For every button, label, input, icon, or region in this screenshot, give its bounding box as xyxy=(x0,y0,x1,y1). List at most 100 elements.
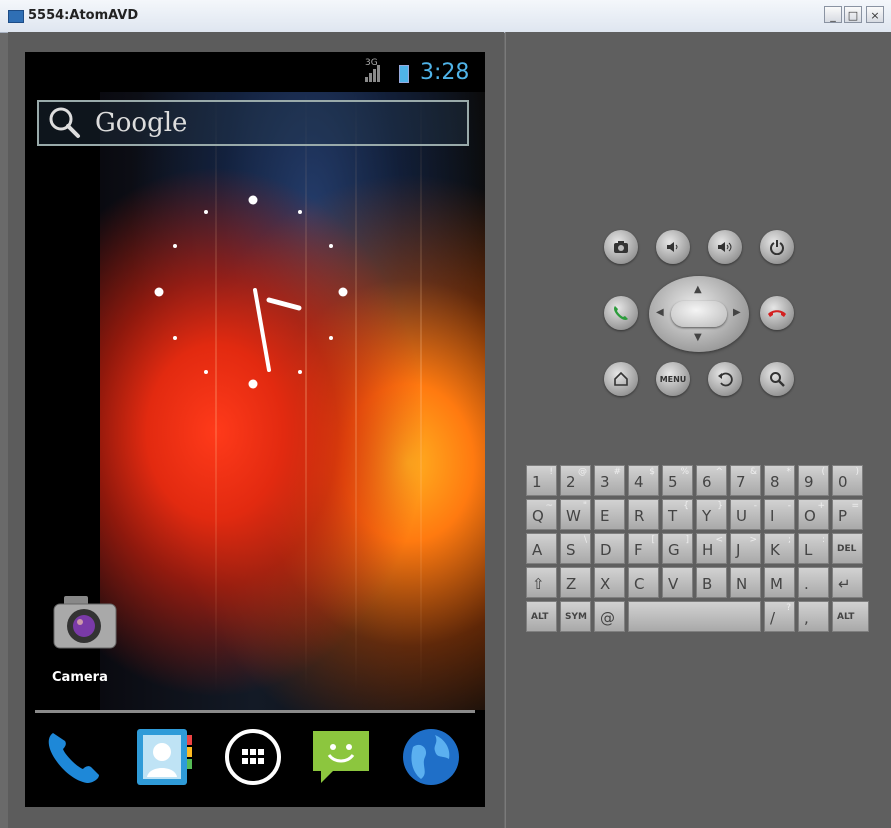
slash-key[interactable]: /? xyxy=(764,601,795,632)
dpad-center-button[interactable] xyxy=(671,301,727,327)
key-4[interactable]: 4 $ xyxy=(628,465,659,496)
key-w[interactable]: W " xyxy=(560,499,591,530)
key-special-0[interactable]: ⇧ xyxy=(526,567,557,598)
window-title: 5554:AtomAVD xyxy=(28,8,139,23)
key-9[interactable]: 9( xyxy=(798,465,829,496)
key-shift-label: * xyxy=(786,467,792,477)
phone-icon[interactable] xyxy=(41,725,105,789)
menu-button[interactable]: MENU xyxy=(656,362,690,396)
dpad-left-arrow-icon[interactable]: ◀ xyxy=(656,307,664,318)
comma-key[interactable]: , xyxy=(798,601,829,632)
dpad-up-arrow-icon[interactable]: ▲ xyxy=(694,284,702,295)
key-label: 7 xyxy=(736,473,746,491)
volume-up-button[interactable] xyxy=(708,230,742,264)
clock-marker xyxy=(204,370,208,374)
alt-right-key[interactable]: ALT xyxy=(832,601,869,632)
key-shift-label: % xyxy=(680,467,689,477)
clock-hour-hand xyxy=(266,297,302,311)
clock-marker xyxy=(329,244,333,248)
key-j[interactable]: J > xyxy=(730,533,761,564)
end-call-button[interactable] xyxy=(760,296,794,330)
dpad-right-arrow-icon[interactable]: ▶ xyxy=(733,307,741,318)
key-label: W xyxy=(566,507,581,525)
key-shift-label: ] xyxy=(685,535,689,545)
volume-down-button[interactable] xyxy=(656,230,690,264)
key-special-9[interactable]: DEL xyxy=(832,533,863,564)
all-apps-icon[interactable] xyxy=(221,725,285,789)
key-r[interactable]: R xyxy=(628,499,659,530)
google-search-bar[interactable]: Google xyxy=(37,100,469,146)
dpad[interactable]: ▲ ▼ ◀ ▶ xyxy=(649,276,749,352)
camera-hw-button[interactable] xyxy=(604,230,638,264)
clock-marker xyxy=(338,287,348,297)
key-u[interactable]: U- xyxy=(730,499,761,530)
key-label: 9 xyxy=(804,473,814,491)
wallpaper-streak xyxy=(215,92,217,692)
key-label: L xyxy=(804,541,813,559)
key-1[interactable]: 1! xyxy=(526,465,557,496)
key-label: ALT xyxy=(837,612,855,622)
key-label: K xyxy=(770,541,780,559)
key-label: M xyxy=(770,575,783,593)
key-shift-label: ; xyxy=(787,535,791,545)
minimize-button[interactable]: _ xyxy=(824,6,842,23)
key-b[interactable]: B xyxy=(696,567,727,598)
key-5[interactable]: 5% xyxy=(662,465,693,496)
key-0[interactable]: 0) xyxy=(832,465,863,496)
key-p[interactable]: P = xyxy=(832,499,863,530)
key-label: U xyxy=(736,507,747,525)
key-7[interactable]: 7 & xyxy=(730,465,761,496)
key-6[interactable]: 6 ^ xyxy=(696,465,727,496)
key-x[interactable]: X xyxy=(594,567,625,598)
key-v[interactable]: V xyxy=(662,567,693,598)
power-button[interactable] xyxy=(760,230,794,264)
space-key[interactable] xyxy=(628,601,761,632)
sym-key[interactable]: SYM xyxy=(560,601,591,632)
camera-shortcut[interactable]: Camera xyxy=(50,592,120,685)
back-button[interactable] xyxy=(708,362,742,396)
key-special-9[interactable]: ↵ xyxy=(832,567,863,598)
search-hw-button[interactable] xyxy=(760,362,794,396)
key-label: @ xyxy=(600,609,615,627)
home-button[interactable] xyxy=(604,362,638,396)
key-g[interactable]: G] xyxy=(662,533,693,564)
browser-icon[interactable] xyxy=(399,725,463,789)
key-c[interactable]: C xyxy=(628,567,659,598)
key-a[interactable]: A xyxy=(526,533,557,564)
key-n[interactable]: N xyxy=(730,567,761,598)
key-shift-label: " xyxy=(582,501,587,511)
alt-left-key[interactable]: ALT xyxy=(526,601,557,632)
messaging-icon[interactable] xyxy=(309,725,373,789)
key-shift-label: : xyxy=(821,535,825,545)
key-8[interactable]: 8 * xyxy=(764,465,795,496)
key-k[interactable]: K; xyxy=(764,533,795,564)
key-i[interactable]: I- xyxy=(764,499,795,530)
close-button[interactable]: × xyxy=(866,6,884,23)
analog-clock-widget[interactable] xyxy=(153,192,353,392)
key-o[interactable]: O + xyxy=(798,499,829,530)
key-e[interactable]: E xyxy=(594,499,625,530)
key-q[interactable]: Q ~ xyxy=(526,499,557,530)
key-special-8[interactable]: . xyxy=(798,567,829,598)
key-h[interactable]: H < xyxy=(696,533,727,564)
key-f[interactable]: F[ xyxy=(628,533,659,564)
android-screen[interactable]: 3G 3:28 Google Camera xyxy=(25,52,485,807)
key-t[interactable]: T{ xyxy=(662,499,693,530)
maximize-button[interactable]: □ xyxy=(844,6,862,23)
dpad-down-arrow-icon[interactable]: ▼ xyxy=(694,332,702,343)
key-2[interactable]: 2 @ xyxy=(560,465,591,496)
call-button[interactable] xyxy=(604,296,638,330)
key-label: 1 xyxy=(532,473,542,491)
key-label: 6 xyxy=(702,473,712,491)
contacts-icon[interactable] xyxy=(131,725,195,789)
key-s[interactable]: S \ xyxy=(560,533,591,564)
key-m[interactable]: M xyxy=(764,567,795,598)
key-d[interactable]: D xyxy=(594,533,625,564)
key-z[interactable]: Z xyxy=(560,567,591,598)
key-l[interactable]: L: xyxy=(798,533,829,564)
at-key[interactable]: @ xyxy=(594,601,625,632)
key-label: 8 xyxy=(770,473,780,491)
clock-marker xyxy=(298,370,302,374)
key-y[interactable]: Y} xyxy=(696,499,727,530)
key-3[interactable]: 3 # xyxy=(594,465,625,496)
